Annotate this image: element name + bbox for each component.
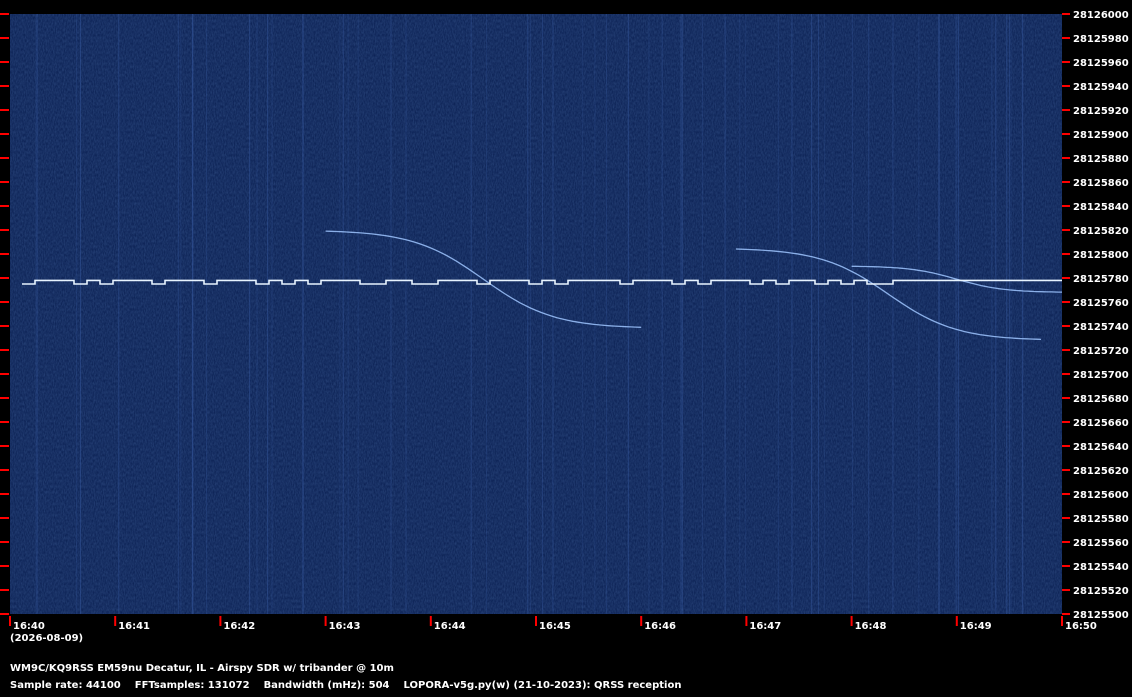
y-tick-label: 28125620 — [1073, 466, 1129, 477]
y-tick-label: 28125700 — [1073, 370, 1129, 381]
y-tick-label: 28125520 — [1073, 586, 1129, 597]
y-tick-label: 28125840 — [1073, 202, 1129, 213]
y-tick-label: 28125560 — [1073, 538, 1129, 549]
y-tick-label: 28125980 — [1073, 34, 1129, 45]
y-tick-label: 28125660 — [1073, 418, 1129, 429]
plot-noise — [10, 14, 1062, 614]
y-tick-label: 28125600 — [1073, 490, 1129, 501]
x-tick-label: 16:41 — [118, 621, 150, 632]
x-tick-label: 16:48 — [855, 621, 887, 632]
y-tick-label: 28125780 — [1073, 274, 1129, 285]
y-tick-label: 28125640 — [1073, 442, 1129, 453]
x-tick-label: 16:50 — [1065, 621, 1097, 632]
x-tick-label: 16:44 — [434, 621, 466, 632]
y-tick-label: 28125540 — [1073, 562, 1129, 573]
x-tick-label: 16:47 — [749, 621, 781, 632]
x-tick-label: 16:49 — [960, 621, 992, 632]
x-start-date-label: (2026-08-09) — [10, 633, 83, 644]
y-tick-label: 28126000 — [1073, 10, 1129, 21]
y-tick-label: 28125680 — [1073, 394, 1129, 405]
sample-rate-label: Sample rate: 44100 — [10, 680, 121, 691]
x-tick-label: 16:42 — [223, 621, 255, 632]
y-tick-label: 28125720 — [1073, 346, 1129, 357]
y-tick-label: 28125860 — [1073, 178, 1129, 189]
y-tick-label: 28125800 — [1073, 250, 1129, 261]
x-axis: 16:40 16:41 16:42 16:43 16:44 16:45 16:46 16:47… — [9, 616, 1097, 632]
bandwidth-label: Bandwidth (mHz): 504 — [263, 680, 390, 691]
x-tick-label: 16:45 — [539, 621, 571, 632]
y-tick-label: 28125820 — [1073, 226, 1129, 237]
y-tick-label: 28125920 — [1073, 106, 1129, 117]
y-tick-label: 28125500 — [1073, 610, 1129, 621]
settings-caption: Sample rate: 44100 FFTsamples: 131072 Band… — [10, 680, 695, 691]
x-tick-label: 16:43 — [329, 621, 361, 632]
fft-samples-label: FFTsamples: 131072 — [134, 680, 250, 691]
y-tick-label: 28125940 — [1073, 82, 1129, 93]
y-tick-label: 28125580 — [1073, 514, 1129, 525]
software-label: LOPORA-v5g.py(w) (21-10-2023): QRSS rece… — [403, 680, 682, 691]
y-tick-label: 28125880 — [1073, 154, 1129, 165]
spectrogram-chart: 28126000 28125980 28125960 28125940 28125920… — [0, 10, 1129, 644]
y-tick-label: 28125740 — [1073, 322, 1129, 333]
y-tick-label: 28125760 — [1073, 298, 1129, 309]
y-tick-label: 28125900 — [1073, 130, 1129, 141]
y-tick-label: 28125960 — [1073, 58, 1129, 69]
x-tick-label: 16:40 — [13, 621, 45, 632]
station-caption: WM9C/KQ9RSS EM59nu Decatur, IL - Airspy … — [10, 663, 394, 674]
x-tick-label: 16:46 — [644, 621, 676, 632]
